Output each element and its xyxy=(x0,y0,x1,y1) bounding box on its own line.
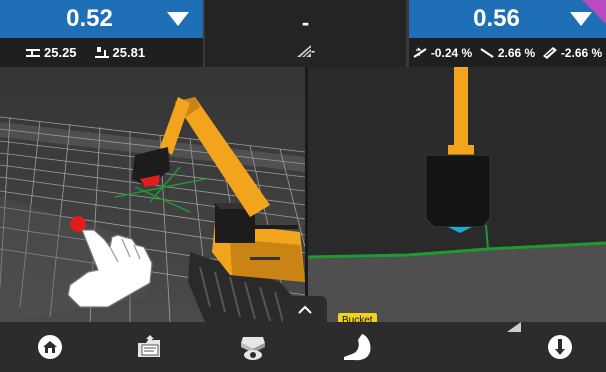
elevation-offset-value: 25.25 xyxy=(44,45,77,60)
main-slope-stat: 2.66 % xyxy=(480,46,535,60)
right-primary-value: 0.56 xyxy=(473,5,520,32)
main-slope-icon xyxy=(480,48,494,58)
bucket-tip-marker xyxy=(448,227,472,233)
design-slope-value: -2.66 % xyxy=(560,45,603,60)
hatch-slope-stat: - xyxy=(297,44,315,58)
machine-target-stat: 25.81 xyxy=(94,45,146,60)
right-primary-readout[interactable]: 0.56 xyxy=(409,0,606,38)
middle-status-panel[interactable]: - - xyxy=(205,0,406,67)
plans-button[interactable] xyxy=(130,328,170,366)
design-slope-icon xyxy=(542,46,557,59)
bottom-toolbar xyxy=(0,322,606,372)
plans-folder-icon xyxy=(138,335,160,357)
bucket-profile xyxy=(425,154,491,228)
elevation-offset-icon xyxy=(26,48,40,57)
left-dropdown-arrow-icon[interactable] xyxy=(167,12,189,26)
design-slope-stat: -2.66 % xyxy=(542,45,603,60)
home-button[interactable] xyxy=(30,328,70,366)
left-primary-value: 0.52 xyxy=(66,5,113,32)
side-view[interactable] xyxy=(308,67,606,322)
cross-slope-value: -0.24 % xyxy=(430,45,473,60)
machine-target-value: 25.81 xyxy=(112,45,146,60)
home-icon xyxy=(38,335,62,359)
design-vertical-line xyxy=(485,224,489,250)
bucket-icon xyxy=(344,334,371,361)
cross-slope-icon xyxy=(413,47,427,58)
middle-primary-value: - xyxy=(301,10,310,35)
corner-marker-icon xyxy=(507,322,521,332)
excavator-3d-model xyxy=(132,97,305,322)
right-stat-row: -0.24 % 2.66 % -2.66 % xyxy=(409,38,606,67)
elevation-offset-stat: 25.25 xyxy=(26,45,77,60)
alert-button[interactable] xyxy=(540,328,580,366)
hatch-slope-icon xyxy=(297,45,311,57)
machine-target-icon xyxy=(94,46,109,58)
cross-slope-stat: -0.24 % xyxy=(413,46,472,60)
left-primary-readout[interactable]: 0.52 xyxy=(0,0,203,38)
side-scene xyxy=(308,67,606,322)
excavator-stick xyxy=(454,67,468,152)
expand-menu-tab[interactable] xyxy=(283,296,327,322)
main-slope-value: 2.66 % xyxy=(497,45,536,60)
bucket-button[interactable] xyxy=(337,328,377,366)
left-stat-row: 25.25 25.81 xyxy=(26,38,163,67)
view-camera-icon xyxy=(241,337,265,360)
view-camera-button[interactable] xyxy=(233,328,273,366)
corner-badge-icon xyxy=(582,0,606,24)
alert-icon xyxy=(548,335,572,359)
3d-view[interactable] xyxy=(0,67,305,322)
chevron-up-icon xyxy=(298,305,312,314)
3d-scene xyxy=(0,97,305,322)
hatch-slope-value: - xyxy=(311,44,315,58)
